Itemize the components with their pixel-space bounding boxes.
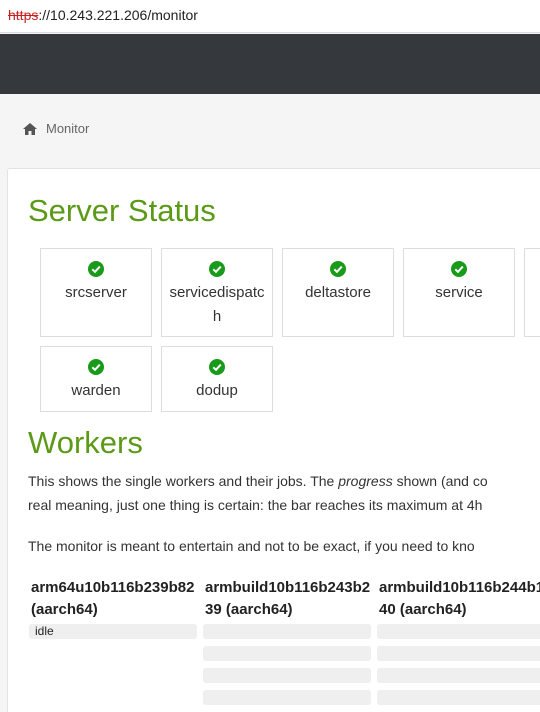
service-card-service: service xyxy=(403,248,515,337)
intro-text-b: shown (and co xyxy=(392,473,488,489)
home-icon xyxy=(23,122,37,135)
url-scheme: https xyxy=(8,7,39,23)
job-bar xyxy=(377,690,540,705)
service-name: servicedispatch xyxy=(169,284,265,325)
check-circle-icon xyxy=(451,261,467,277)
worker-name: armbuild10b116b244b140 (aarch64) xyxy=(379,579,540,618)
job-bar xyxy=(377,668,540,683)
check-circle-icon xyxy=(209,359,225,375)
service-card-partial xyxy=(524,248,540,337)
service-name: srcserver xyxy=(65,284,127,301)
workers-intro: This shows the single workers and their … xyxy=(28,471,488,491)
check-circle-icon xyxy=(88,261,104,277)
url-text[interactable]: https://10.243.221.206/monitor xyxy=(8,7,198,23)
service-card-servicedispatch: servicedispatch xyxy=(161,248,273,337)
check-circle-icon xyxy=(330,261,346,277)
worker-card: armbuild10b116b243b239 (aarch64) xyxy=(203,577,371,705)
service-name: service xyxy=(435,284,483,301)
service-name: deltastore xyxy=(305,284,371,301)
worker-name: arm64u10b116b239b82 (aarch64) xyxy=(31,579,195,618)
worker-name: armbuild10b116b243b239 (aarch64) xyxy=(205,579,371,618)
service-name: dodup xyxy=(196,382,238,399)
service-card-dodup: dodup xyxy=(161,346,273,412)
worker-card: armbuild10b116b244b140 (aarch64) xyxy=(377,577,540,705)
job-bar xyxy=(203,690,371,705)
breadcrumb[interactable]: Monitor xyxy=(22,121,89,136)
address-bar[interactable]: https://10.243.221.206/monitor xyxy=(0,0,540,33)
job-bar: idle xyxy=(29,624,197,639)
intro-text-a: This shows the single workers and their … xyxy=(28,473,339,489)
main-panel: Server Status srcserver servicedispatch … xyxy=(7,168,540,712)
job-bar xyxy=(377,646,540,661)
job-bar xyxy=(203,646,371,661)
workers-note: The monitor is meant to entertain and no… xyxy=(28,538,475,554)
server-status-heading: Server Status xyxy=(28,193,216,228)
service-card-deltastore: deltastore xyxy=(282,248,394,337)
url-rest: ://10.243.221.206/monitor xyxy=(38,7,198,23)
service-card-srcserver: srcserver xyxy=(40,248,152,337)
service-card-warden: warden xyxy=(40,346,152,412)
worker-card: arm64u10b116b239b82 (aarch64) idle xyxy=(29,577,197,639)
job-bar xyxy=(203,668,371,683)
check-circle-icon xyxy=(88,359,104,375)
workers-heading: Workers xyxy=(28,425,143,460)
breadcrumb-label[interactable]: Monitor xyxy=(46,121,89,136)
intro-emphasis: progress xyxy=(338,473,393,489)
check-circle-icon xyxy=(209,261,225,277)
breadcrumb-bar: Monitor xyxy=(0,94,540,166)
job-bar xyxy=(377,624,540,639)
job-bar xyxy=(203,624,371,639)
workers-intro-line2: real meaning, just one thing is certain:… xyxy=(28,497,483,513)
top-navbar xyxy=(0,34,540,94)
service-name: warden xyxy=(71,382,121,399)
